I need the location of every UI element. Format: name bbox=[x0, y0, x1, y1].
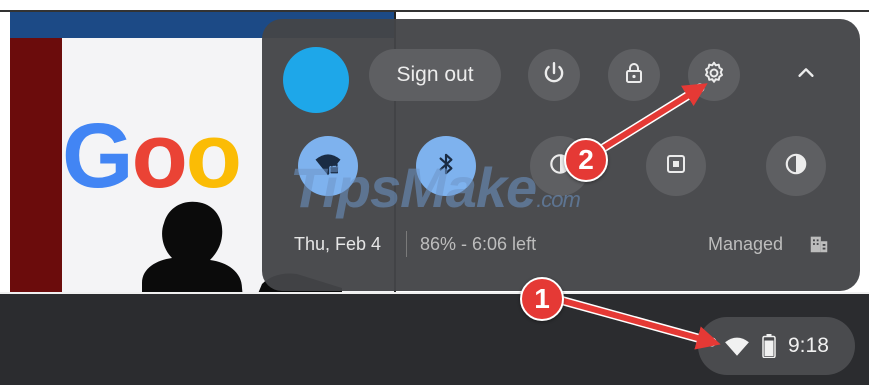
power-icon bbox=[541, 60, 567, 91]
lock-button[interactable] bbox=[608, 49, 660, 101]
wifi-icon bbox=[724, 335, 750, 357]
annotation-badge-1: 1 bbox=[520, 277, 564, 321]
footer-divider bbox=[406, 231, 407, 257]
user-avatar[interactable] bbox=[283, 47, 349, 113]
power-button[interactable] bbox=[528, 49, 580, 101]
battery-status-label: 86% - 6:06 left bbox=[420, 234, 537, 254]
status-tray[interactable]: 9:18 bbox=[698, 317, 855, 375]
watermark-text: TipsMake bbox=[290, 156, 537, 219]
managed-building-icon[interactable] bbox=[808, 233, 830, 260]
wallpaper-red-strip bbox=[10, 38, 62, 295]
collapse-button[interactable] bbox=[780, 49, 832, 101]
settings-button[interactable] bbox=[688, 49, 740, 101]
dark-theme-icon bbox=[783, 151, 809, 182]
battery-icon bbox=[762, 334, 776, 358]
sign-out-button[interactable]: Sign out bbox=[369, 49, 501, 101]
annotation-badge-2: 2 bbox=[564, 138, 608, 182]
shelf: 9:18 bbox=[0, 292, 869, 385]
managed-label[interactable]: Managed bbox=[708, 234, 783, 255]
chevron-up-icon bbox=[795, 62, 817, 89]
dark-theme-toggle[interactable] bbox=[766, 136, 826, 196]
clock-time: 9:18 bbox=[788, 334, 829, 357]
screen-capture-icon bbox=[664, 152, 688, 181]
gear-icon bbox=[701, 60, 727, 91]
watermark: TipsMake.com bbox=[290, 155, 581, 220]
screen-capture-toggle[interactable] bbox=[646, 136, 706, 196]
watermark-suffix: .com bbox=[536, 187, 581, 212]
lock-icon bbox=[622, 61, 646, 90]
date-label[interactable]: Thu, Feb 4 bbox=[294, 234, 381, 255]
